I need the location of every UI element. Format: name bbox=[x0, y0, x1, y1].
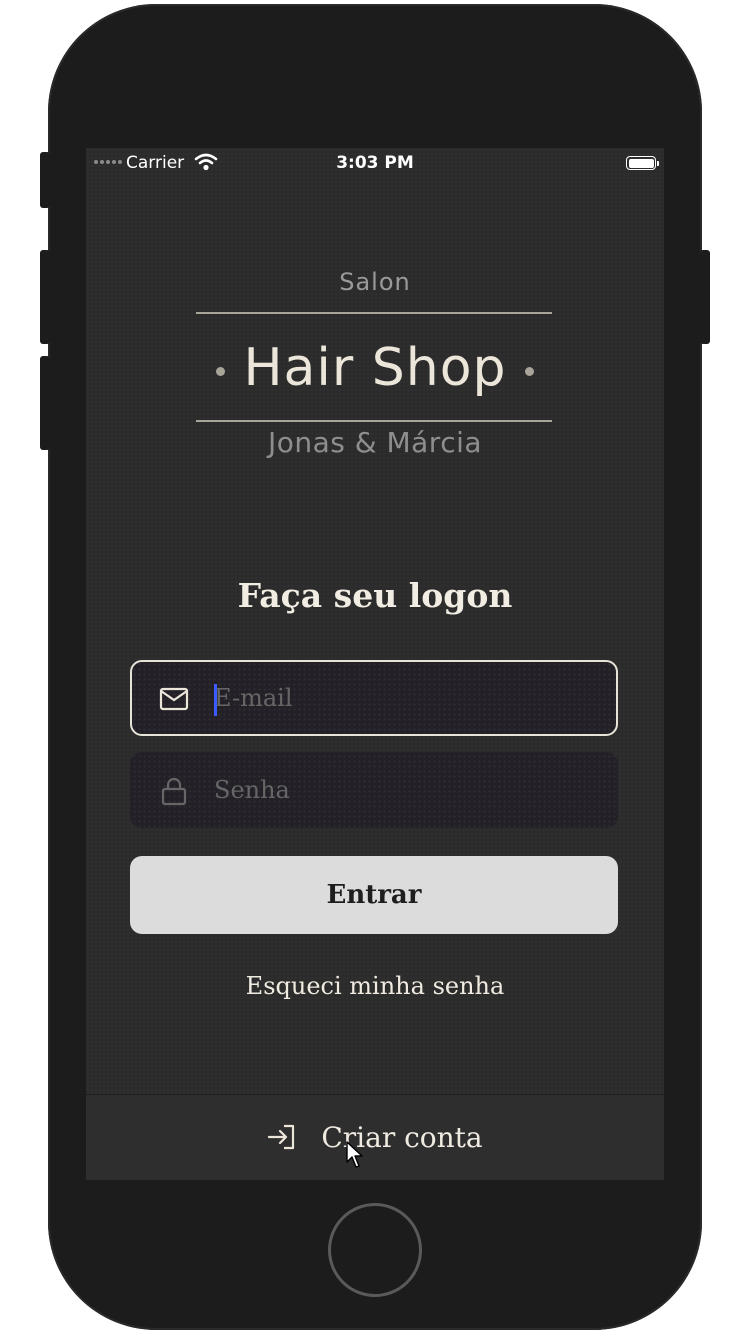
email-field[interactable] bbox=[130, 660, 618, 736]
logo-title: Hair Shop bbox=[243, 338, 507, 398]
volume-down-button bbox=[40, 356, 50, 450]
create-account-link[interactable]: Criar conta bbox=[86, 1121, 664, 1158]
volume-up-button bbox=[40, 250, 50, 344]
create-account-footer: Criar conta bbox=[86, 1094, 664, 1180]
text-caret bbox=[214, 684, 217, 716]
mute-switch bbox=[40, 152, 50, 208]
email-input[interactable] bbox=[214, 662, 594, 734]
status-bar: Carrier 3:03 PM bbox=[86, 148, 664, 178]
app-logo: Salon Hair Shop Jonas & Márcia bbox=[86, 268, 664, 459]
status-time: 3:03 PM bbox=[336, 153, 414, 173]
log-in-icon bbox=[267, 1123, 297, 1158]
logo-dot-right bbox=[524, 366, 534, 376]
logo-sub-text: Jonas & Márcia bbox=[267, 426, 483, 459]
app-screen: Carrier 3:03 PM Salon Hair Shop Jonas & … bbox=[86, 148, 664, 1180]
logo-main-text: Hair Shop bbox=[86, 338, 664, 398]
password-input[interactable] bbox=[214, 754, 594, 826]
mail-icon bbox=[158, 684, 190, 714]
battery-icon bbox=[626, 156, 659, 170]
lock-icon bbox=[158, 776, 190, 806]
form-title: Faça seu logon bbox=[237, 576, 513, 615]
logo-top-text: Salon bbox=[339, 268, 411, 296]
password-field[interactable] bbox=[130, 752, 618, 828]
home-button[interactable] bbox=[328, 1203, 422, 1297]
forgot-password-link[interactable]: Esqueci minha senha bbox=[86, 972, 664, 1000]
logo-divider-bottom bbox=[196, 420, 552, 422]
logo-dot-left bbox=[216, 366, 226, 376]
power-button bbox=[700, 250, 710, 344]
submit-button[interactable]: Entrar bbox=[130, 856, 618, 934]
logo-divider-top bbox=[196, 312, 552, 314]
mouse-pointer-icon bbox=[346, 1141, 364, 1173]
